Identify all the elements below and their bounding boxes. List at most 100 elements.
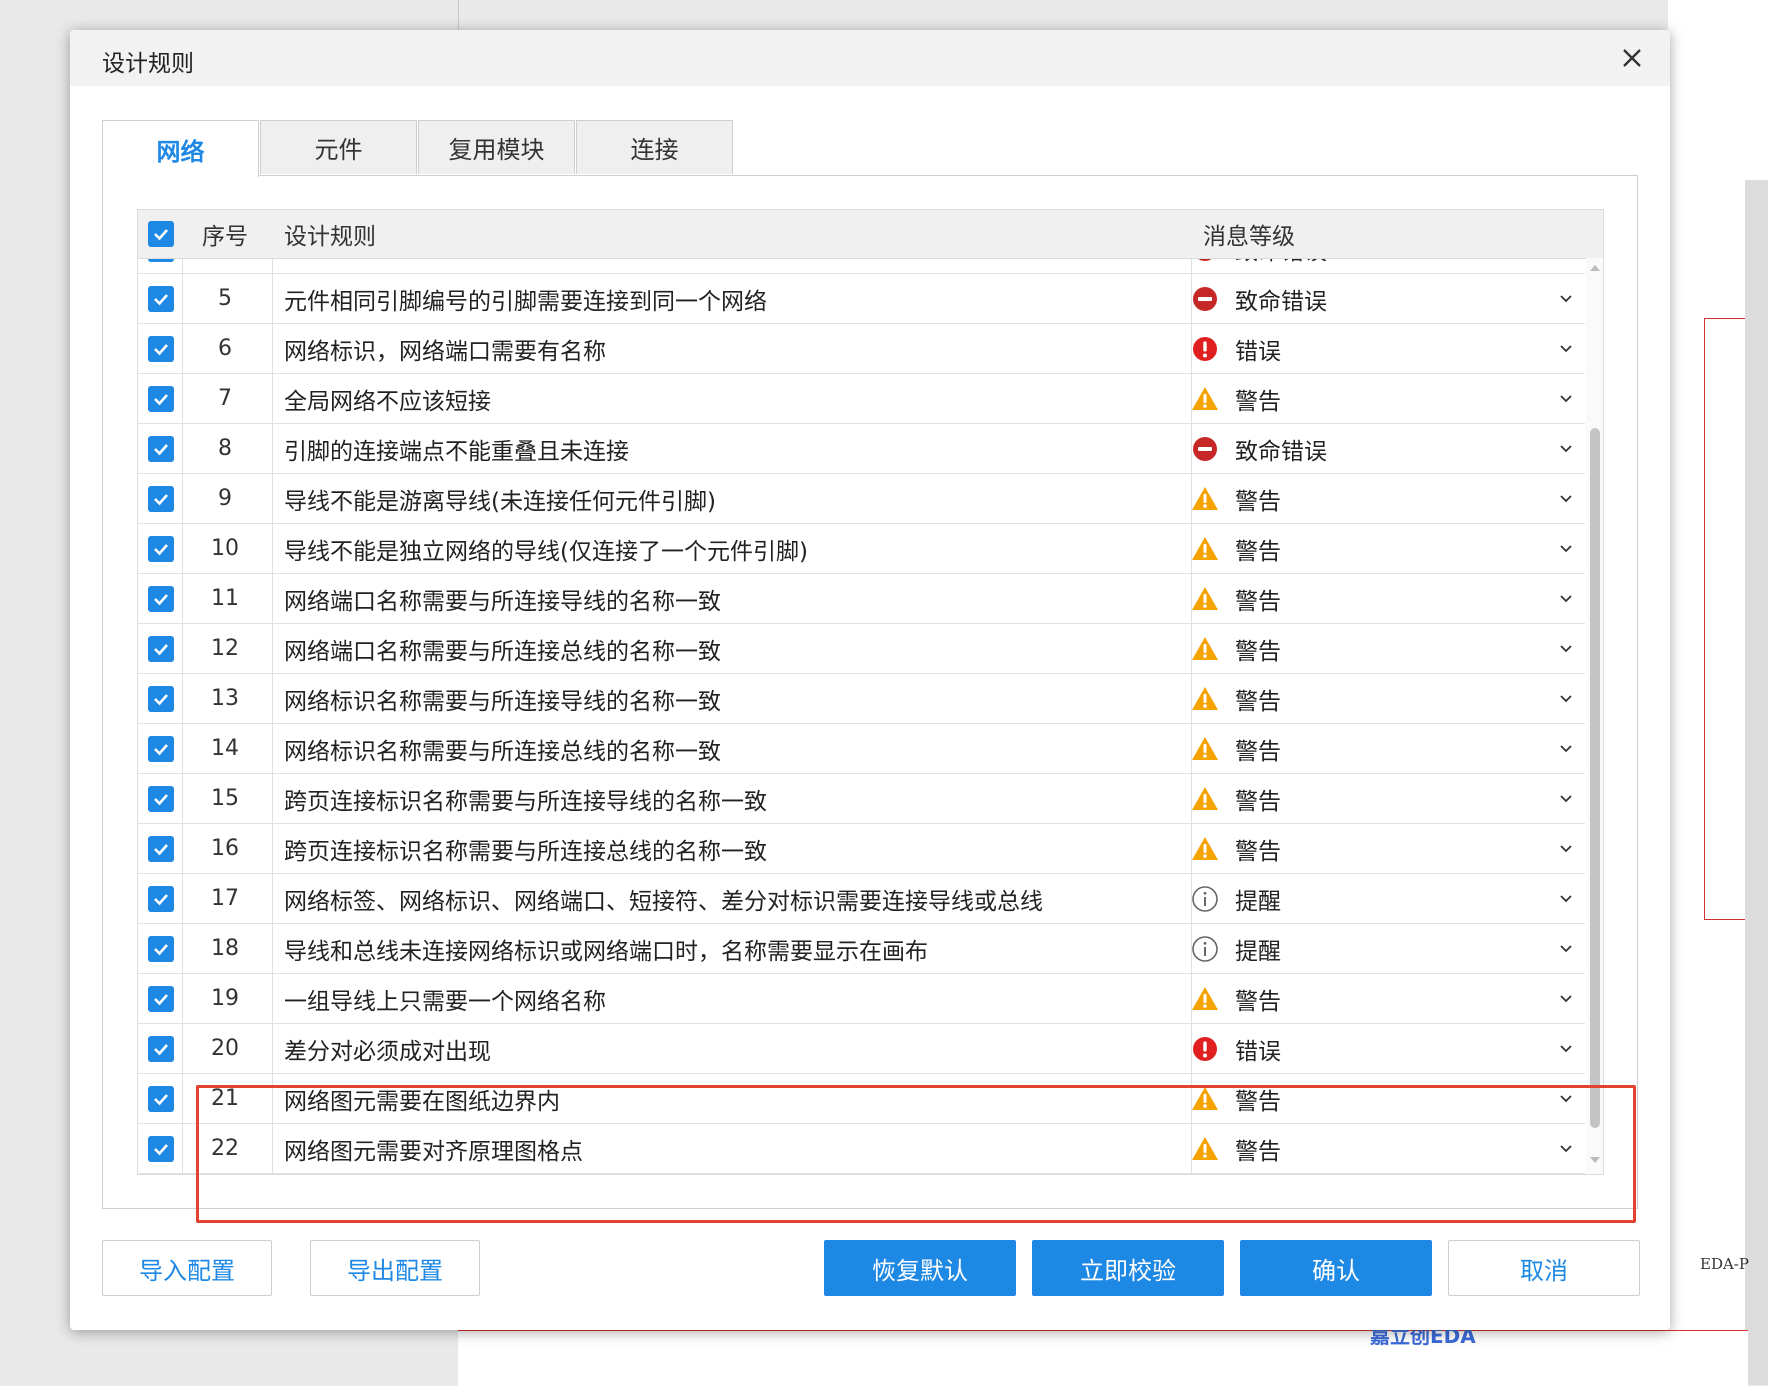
scrollbar-thumb[interactable] [1590, 428, 1600, 1128]
row-checkbox[interactable] [148, 336, 174, 362]
tab-network[interactable]: 网络 [102, 120, 259, 177]
table-body: 4 致命错误 5 元件相同引脚编号的引脚需要连接到同一个网络 致命错误 [138, 258, 1585, 1174]
level-select[interactable]: 警告 [1191, 574, 1451, 623]
level-select[interactable]: 警告 [1191, 624, 1451, 673]
chevron-down-icon[interactable] [1556, 438, 1576, 458]
verify-now-button[interactable]: 立即校验 [1032, 1240, 1224, 1296]
level-select[interactable]: 错误 [1191, 1024, 1451, 1073]
row-checkbox[interactable] [148, 436, 174, 462]
chevron-down-icon[interactable] [1556, 688, 1576, 708]
table-row[interactable]: 21 网络图元需要在图纸边界内 警告 [138, 1074, 1585, 1124]
row-checkbox[interactable] [148, 886, 174, 912]
rule-text: 网络标识，网络端口需要有名称 [284, 338, 606, 365]
level-select[interactable]: 警告 [1191, 974, 1451, 1023]
level-select[interactable]: 致命错误 [1191, 258, 1451, 273]
cancel-button[interactable]: 取消 [1448, 1240, 1640, 1296]
table-row[interactable]: 11 网络端口名称需要与所连接导线的名称一致 警告 [138, 574, 1585, 624]
chevron-down-icon[interactable] [1556, 1038, 1576, 1058]
table-row[interactable]: 22 网络图元需要对齐原理图格点 警告 [138, 1124, 1585, 1174]
chevron-down-icon[interactable] [1556, 788, 1576, 808]
chevron-down-icon[interactable] [1556, 338, 1576, 358]
table-row[interactable]: 16 跨页连接标识名称需要与所连接总线的名称一致 警告 [138, 824, 1585, 874]
row-checkbox[interactable] [148, 486, 174, 512]
level-select[interactable]: 警告 [1191, 674, 1451, 723]
level-select[interactable]: 提醒 [1191, 924, 1451, 973]
select-all-checkbox[interactable] [148, 221, 174, 247]
confirm-button[interactable]: 确认 [1240, 1240, 1432, 1296]
tab-component[interactable]: 元件 [260, 120, 417, 174]
warning-icon [1191, 785, 1219, 813]
row-checkbox[interactable] [148, 836, 174, 862]
level-select[interactable]: 警告 [1191, 374, 1451, 423]
close-button[interactable] [1614, 40, 1650, 76]
row-checkbox[interactable] [148, 1086, 174, 1112]
table-row[interactable]: 18 导线和总线未连接网络标识或网络端口时，名称需要显示在画布 提醒 [138, 924, 1585, 974]
tab-connection[interactable]: 连接 [576, 120, 733, 174]
tab-reuse-module[interactable]: 复用模块 [418, 120, 575, 174]
header-select-all[interactable] [148, 210, 174, 258]
row-checkbox[interactable] [148, 936, 174, 962]
chevron-down-icon[interactable] [1556, 538, 1576, 558]
table-row[interactable]: 5 元件相同引脚编号的引脚需要连接到同一个网络 致命错误 [138, 274, 1585, 324]
level-select[interactable]: 警告 [1191, 1124, 1451, 1173]
level-select[interactable]: 致命错误 [1191, 424, 1451, 473]
table-row[interactable]: 13 网络标识名称需要与所连接导线的名称一致 警告 [138, 674, 1585, 724]
table-row[interactable]: 20 差分对必须成对出现 错误 [138, 1024, 1585, 1074]
table-row[interactable]: 7 全局网络不应该短接 警告 [138, 374, 1585, 424]
table-row[interactable]: 14 网络标识名称需要与所连接总线的名称一致 警告 [138, 724, 1585, 774]
table-row[interactable]: 8 引脚的连接端点不能重叠且未连接 致命错误 [138, 424, 1585, 474]
level-select[interactable]: 警告 [1191, 824, 1451, 873]
chevron-down-icon[interactable] [1556, 838, 1576, 858]
table-row[interactable]: 12 网络端口名称需要与所连接总线的名称一致 警告 [138, 624, 1585, 674]
row-checkbox[interactable] [148, 686, 174, 712]
table-row[interactable]: 9 导线不能是游离导线(未连接任何元件引脚) 警告 [138, 474, 1585, 524]
chevron-down-icon[interactable] [1556, 588, 1576, 608]
chevron-down-icon[interactable] [1556, 888, 1576, 908]
chevron-down-icon[interactable] [1556, 288, 1576, 308]
chevron-down-icon[interactable] [1556, 1138, 1576, 1158]
row-checkbox[interactable] [148, 786, 174, 812]
table-row[interactable]: 10 导线不能是独立网络的导线(仅连接了一个元件引脚) 警告 [138, 524, 1585, 574]
row-checkbox[interactable] [148, 986, 174, 1012]
row-number: 13 [211, 686, 239, 711]
row-checkbox[interactable] [148, 1036, 174, 1062]
row-checkbox[interactable] [148, 1136, 174, 1162]
row-checkbox[interactable] [148, 536, 174, 562]
chevron-down-icon[interactable] [1556, 988, 1576, 1008]
row-number: 4 [190, 258, 260, 273]
table-row[interactable]: 19 一组导线上只需要一个网络名称 警告 [138, 974, 1585, 1024]
scroll-down-icon[interactable] [1589, 1154, 1601, 1166]
level-select[interactable]: 警告 [1191, 1074, 1451, 1123]
row-checkbox[interactable] [148, 736, 174, 762]
table-row[interactable]: 17 网络标签、网络标识、网络端口、短接符、差分对标识需要连接导线或总线 提醒 [138, 874, 1585, 924]
level-select[interactable]: 致命错误 [1191, 274, 1451, 323]
row-checkbox[interactable] [148, 286, 174, 312]
level-select[interactable]: 警告 [1191, 724, 1451, 773]
chevron-down-icon[interactable] [1556, 1088, 1576, 1108]
level-select[interactable]: 提醒 [1191, 874, 1451, 923]
chevron-down-icon[interactable] [1556, 738, 1576, 758]
chevron-down-icon[interactable] [1556, 488, 1576, 508]
table-row[interactable]: 6 网络标识，网络端口需要有名称 错误 [138, 324, 1585, 374]
vertical-scrollbar[interactable] [1586, 258, 1603, 1174]
table-row[interactable]: 15 跨页连接标识名称需要与所连接导线的名称一致 警告 [138, 774, 1585, 824]
check-icon [154, 494, 168, 506]
error-icon [1191, 335, 1219, 363]
check-icon [154, 994, 168, 1006]
import-config-button[interactable]: 导入配置 [102, 1240, 272, 1296]
table-row[interactable]: 4 致命错误 [138, 258, 1585, 274]
reset-default-button[interactable]: 恢复默认 [824, 1240, 1016, 1296]
row-checkbox[interactable] [148, 636, 174, 662]
level-select[interactable]: 警告 [1191, 774, 1451, 823]
chevron-down-icon[interactable] [1556, 388, 1576, 408]
row-checkbox[interactable] [148, 586, 174, 612]
export-config-button[interactable]: 导出配置 [310, 1240, 480, 1296]
scroll-up-icon[interactable] [1589, 262, 1601, 274]
level-label: 警告 [1235, 588, 1281, 615]
chevron-down-icon[interactable] [1556, 938, 1576, 958]
level-select[interactable]: 警告 [1191, 524, 1451, 573]
row-checkbox[interactable] [148, 386, 174, 412]
chevron-down-icon[interactable] [1556, 638, 1576, 658]
level-select[interactable]: 错误 [1191, 324, 1451, 373]
level-select[interactable]: 警告 [1191, 474, 1451, 523]
